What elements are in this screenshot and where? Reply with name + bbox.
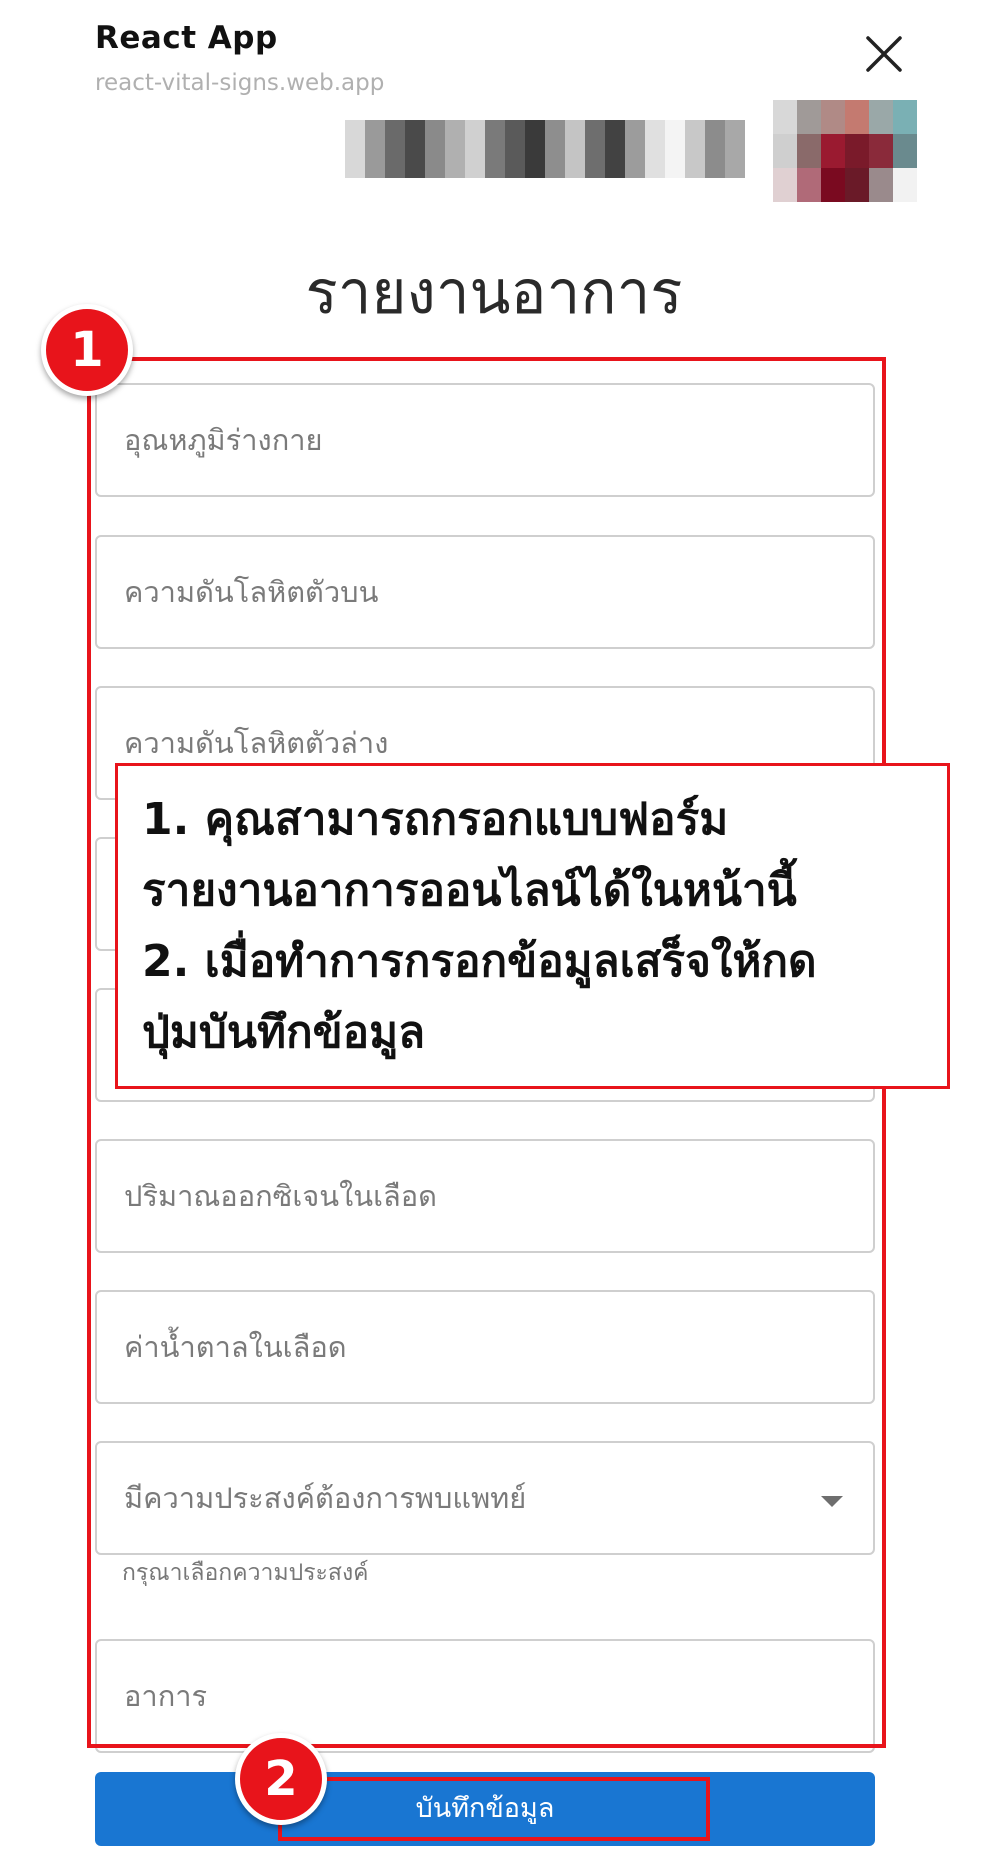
instruction-callout: 1. คุณสามารถกรอกแบบฟอร์ม รายงานอาการออนไ… [115, 763, 950, 1089]
callout-line-4: ปุ่มบันทึกข้อมูล [142, 1007, 426, 1058]
redacted-avatar [773, 100, 917, 202]
step-2-badge: 2 [235, 1733, 327, 1825]
close-button[interactable] [862, 32, 906, 76]
step-1-badge: 1 [41, 304, 133, 396]
app-title: React App [95, 20, 278, 56]
callout-line-2: รายงานอาการออนไลน์ได้ในหน้านี้ [142, 865, 797, 916]
redacted-user-name [345, 120, 753, 178]
page-title: รายงานอาการ [305, 258, 683, 328]
save-button-highlight-box [278, 1777, 710, 1841]
close-icon [866, 36, 902, 72]
callout-line-1: 1. คุณสามารถกรอกแบบฟอร์ม [142, 794, 729, 845]
callout-line-3: 2. เมื่อทำการกรอกข้อมูลเสร็จให้กด [142, 936, 817, 987]
app-url: react-vital-signs.web.app [95, 70, 385, 96]
